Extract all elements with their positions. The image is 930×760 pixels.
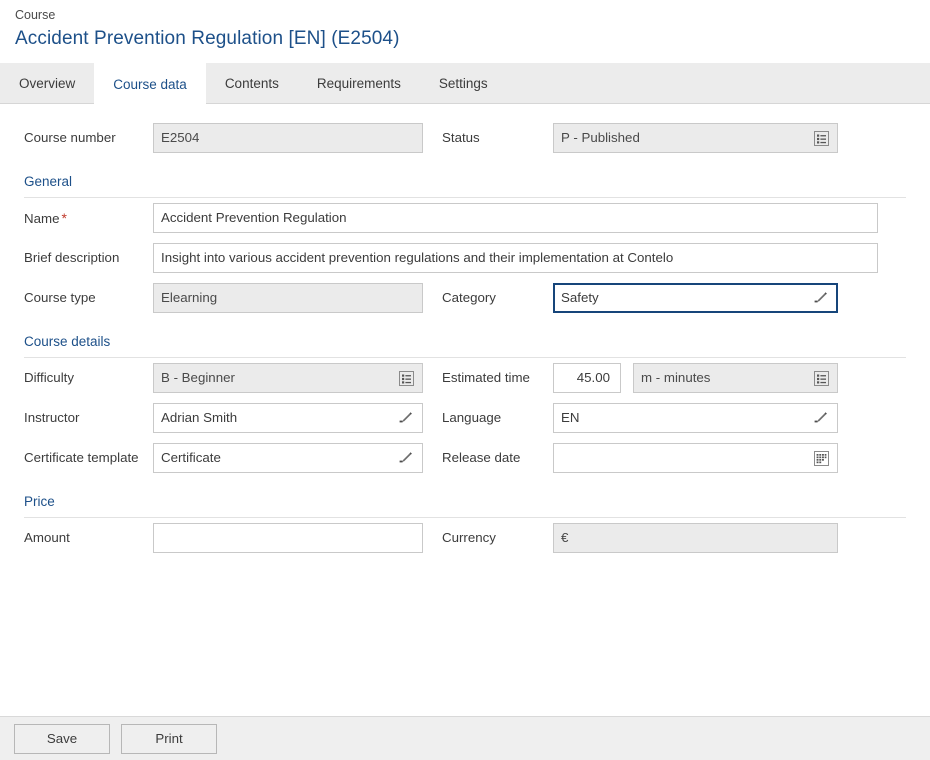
tab-settings[interactable]: Settings <box>420 63 507 103</box>
value-status: P - Published <box>561 130 640 145</box>
label-brief-description: Brief description <box>24 250 120 265</box>
pencil-edit-icon[interactable] <box>811 408 831 428</box>
value-certificate-template: Certificate <box>161 450 221 465</box>
value-difficulty: B - Beginner <box>161 370 235 385</box>
label-estimated-time: Estimated time <box>442 370 530 385</box>
label-instructor: Instructor <box>24 410 80 425</box>
pencil-edit-icon[interactable] <box>396 448 416 468</box>
field-estimated-time-value[interactable]: 45.00 <box>553 363 621 393</box>
pencil-edit-icon[interactable] <box>811 288 831 308</box>
section-title-general: General <box>24 174 73 189</box>
field-amount[interactable] <box>153 523 423 553</box>
row-instructor-language: Instructor Adrian Smith Language EN <box>0 398 930 438</box>
print-button[interactable]: Print <box>121 723 217 754</box>
value-category: Safety <box>561 290 599 305</box>
tab-contents[interactable]: Contents <box>206 63 298 103</box>
label-status: Status <box>442 130 480 145</box>
label-certificate-template: Certificate template <box>24 450 139 465</box>
field-brief-description[interactable]: Insight into various accident prevention… <box>153 243 878 273</box>
value-help-list-icon[interactable] <box>811 128 831 148</box>
value-currency: € <box>561 530 569 545</box>
value-name: Accident Prevention Regulation <box>161 210 347 225</box>
field-certificate-template[interactable]: Certificate <box>153 443 423 473</box>
required-asterisk: * <box>61 209 67 226</box>
tab-requirements[interactable]: Requirements <box>298 63 420 103</box>
field-course-number[interactable]: E2504 <box>153 123 423 153</box>
value-help-list-icon[interactable] <box>396 368 416 388</box>
label-difficulty: Difficulty <box>24 370 74 385</box>
tab-course-data[interactable]: Course data <box>94 63 206 105</box>
section-general: General <box>0 172 930 198</box>
section-course-details: Course details <box>0 332 930 358</box>
label-amount: Amount <box>24 530 70 545</box>
field-difficulty[interactable]: B - Beginner <box>153 363 423 393</box>
field-language[interactable]: EN <box>553 403 838 433</box>
footer-action-bar: Save Print <box>0 716 930 760</box>
row-difficulty-estimated-time: Difficulty B - Beginner Estimated time 4… <box>0 358 930 398</box>
label-course-type: Course type <box>24 290 96 305</box>
row-brief-description: Brief description Insight into various a… <box>0 238 930 278</box>
field-status[interactable]: P - Published <box>553 123 838 153</box>
tab-overview[interactable]: Overview <box>0 63 94 103</box>
label-name-text: Name <box>24 210 60 226</box>
pencil-edit-icon[interactable] <box>396 408 416 428</box>
value-estimated-time: 45.00 <box>576 370 610 385</box>
field-course-type[interactable]: Elearning <box>153 283 423 313</box>
field-instructor[interactable]: Adrian Smith <box>153 403 423 433</box>
section-title-course-details: Course details <box>24 334 111 349</box>
course-data-page: Course Accident Prevention Regulation [E… <box>0 0 930 760</box>
label-category: Category <box>442 290 496 305</box>
label-course-number: Course number <box>24 130 116 145</box>
course-data-form: Course number E2504 Status P - Published <box>0 118 930 722</box>
field-category[interactable]: Safety <box>553 283 838 313</box>
value-language: EN <box>561 410 580 425</box>
row-name: Name * Accident Prevention Regulation <box>0 198 930 238</box>
page-title: Accident Prevention Regulation [EN] (E25… <box>15 28 400 49</box>
row-amount-currency: Amount Currency € <box>0 518 930 558</box>
value-brief-description: Insight into various accident prevention… <box>161 250 674 265</box>
value-course-type: Elearning <box>161 290 218 305</box>
label-currency: Currency <box>442 530 496 545</box>
value-estimated-time-unit: m - minutes <box>641 370 711 385</box>
field-currency[interactable]: € <box>553 523 838 553</box>
field-release-date[interactable] <box>553 443 838 473</box>
breadcrumb: Course <box>15 8 56 22</box>
label-language: Language <box>442 410 502 425</box>
label-release-date: Release date <box>442 450 521 465</box>
tab-bar: Overview Course data Contents Requiremen… <box>0 63 930 105</box>
save-button[interactable]: Save <box>14 723 110 754</box>
value-instructor: Adrian Smith <box>161 410 238 425</box>
section-title-price: Price <box>24 494 55 509</box>
row-course-type-category: Course type Elearning Category Safety <box>0 278 930 318</box>
value-help-list-icon[interactable] <box>811 368 831 388</box>
page-header: Course Accident Prevention Regulation [E… <box>0 0 930 52</box>
section-price: Price <box>0 492 930 518</box>
row-course-number-status: Course number E2504 Status P - Published <box>0 118 930 158</box>
row-certificate-release-date: Certificate template Certificate Release… <box>0 438 930 478</box>
calendar-icon[interactable] <box>811 448 831 468</box>
label-name: Name * <box>24 209 153 228</box>
field-name[interactable]: Accident Prevention Regulation <box>153 203 878 233</box>
value-course-number: E2504 <box>161 130 200 145</box>
field-estimated-time-unit[interactable]: m - minutes <box>633 363 838 393</box>
